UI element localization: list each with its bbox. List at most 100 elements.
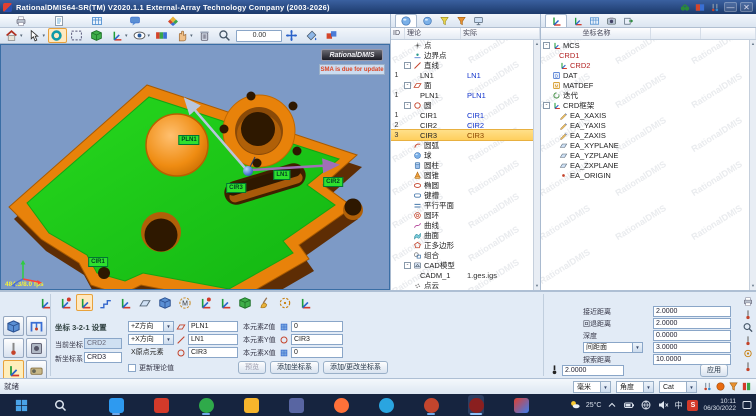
pan-tool-button[interactable]: ▾: [173, 28, 195, 43]
direction-combo[interactable]: X原点元素: [128, 347, 174, 358]
feature-tree-row[interactable]: - 直线: [391, 60, 540, 70]
update-nominal-checkbox[interactable]: [128, 364, 136, 372]
status-ball-icon[interactable]: [715, 381, 726, 392]
cs-321-icon[interactable]: [76, 294, 93, 311]
display-switch-icon[interactable]: [694, 2, 706, 13]
message-tab-icon[interactable]: [128, 15, 142, 27]
cs-circle-icon[interactable]: [276, 294, 293, 311]
status-probe-icon[interactable]: [702, 381, 713, 392]
battery-icon[interactable]: [623, 399, 635, 411]
coordinate-tree-row[interactable]: EA_XAXIS: [541, 110, 756, 120]
rotary-machine-button[interactable]: [26, 360, 47, 380]
coordinate-tree-row[interactable]: CRD2: [541, 60, 756, 70]
move-tool-button[interactable]: [283, 28, 302, 43]
feature-tree-row[interactable]: 椭圆: [391, 180, 540, 190]
coordinate-tree-row[interactable]: EA_ZAXIS: [541, 130, 756, 140]
feature-field[interactable]: PLN1: [188, 321, 238, 332]
feature-label[interactable]: CIR1: [88, 257, 108, 267]
home-view-button[interactable]: ▾: [3, 28, 25, 43]
target-tool-icon[interactable]: [742, 348, 754, 359]
feature-tree-row[interactable]: - CAD模型: [391, 260, 540, 270]
feature-label[interactable]: PLN1: [178, 135, 199, 145]
cmm-model-button[interactable]: [26, 316, 47, 336]
angle-combo[interactable]: 角度: [616, 381, 654, 393]
feature-tree-row[interactable]: 圆锥: [391, 170, 540, 180]
view-options-button[interactable]: ▾: [131, 28, 153, 43]
select-cursor-button[interactable]: ▾: [26, 28, 48, 43]
feature-tree-row[interactable]: CADM_1 1.ges.igs: [391, 270, 540, 280]
coordinate-tree-row[interactable]: - MCS: [541, 40, 756, 50]
coordinate-tree-row[interactable]: 迭代: [541, 90, 756, 100]
feature-tree-scrollbar[interactable]: [533, 40, 540, 290]
feature-tree-row[interactable]: 点云: [391, 280, 540, 290]
volume-muted-icon[interactable]: [657, 399, 669, 411]
coord-tab-icon[interactable]: [545, 14, 567, 27]
explorer-app[interactable]: [243, 395, 259, 415]
temperature[interactable]: 25°C: [586, 402, 602, 409]
telegram-app[interactable]: [378, 395, 394, 415]
feature-tree-row[interactable]: 3 CIR3 CIR3: [391, 130, 540, 140]
retract-field[interactable]: 2.0000: [653, 318, 731, 329]
start-button[interactable]: [14, 398, 29, 413]
coordinate-tree-scrollbar[interactable]: [749, 40, 756, 290]
feature-tree-row[interactable]: 球: [391, 150, 540, 160]
close-button[interactable]: ✕: [740, 2, 753, 12]
grid-tab-icon[interactable]: [90, 15, 104, 27]
feature-tree-row[interactable]: 圆弧: [391, 140, 540, 150]
paint-tool-button[interactable]: [303, 28, 322, 43]
notification-icon[interactable]: [741, 399, 753, 411]
feature-tree-row[interactable]: 点: [391, 40, 540, 50]
paint-app[interactable]: [513, 395, 529, 415]
probe-tool3-icon[interactable]: [742, 361, 754, 372]
search-tool-icon[interactable]: [742, 322, 754, 333]
probe-model-button[interactable]: [3, 316, 24, 336]
coord-camera-icon[interactable]: [605, 15, 618, 27]
cs-pair-icon[interactable]: [216, 294, 233, 311]
coordinate-mode-button[interactable]: [3, 360, 24, 380]
feature-label[interactable]: CIR2: [323, 177, 343, 187]
security-app[interactable]: [153, 395, 169, 415]
coordinate-system-button[interactable]: ▾: [108, 28, 130, 43]
network-icon[interactable]: [640, 399, 652, 411]
delete-button[interactable]: [196, 28, 215, 43]
feature-tab-icon[interactable]: [395, 14, 417, 27]
coordinate-tree-row[interactable]: CRD1: [541, 50, 756, 60]
feature-tree-row[interactable]: 边界点: [391, 50, 540, 60]
sma-update-warning[interactable]: SMA is due for update: [319, 64, 385, 75]
coordinate-tree-row[interactable]: - CRD框架: [541, 100, 756, 110]
feature-tree-row[interactable]: - 圆: [391, 100, 540, 110]
cad-import-button[interactable]: [88, 28, 107, 43]
unit-combo[interactable]: 毫米: [573, 381, 611, 393]
coord-table-icon[interactable]: [588, 15, 601, 27]
feature-tree-row[interactable]: 圆柱: [391, 160, 540, 170]
feature-label[interactable]: CIR3: [226, 183, 246, 193]
weather-app[interactable]: [108, 395, 124, 415]
device-icon[interactable]: [742, 296, 754, 307]
cs-clean-icon[interactable]: [256, 294, 273, 311]
clearance-field[interactable]: 3.0000: [653, 342, 731, 353]
appearance-tab-icon[interactable]: [166, 15, 180, 27]
clearance-combo[interactable]: 间距面: [583, 342, 643, 353]
status-flag-icon[interactable]: [741, 381, 752, 392]
coordinate-tree-row[interactable]: EA_YZPLANE: [541, 150, 756, 160]
cs-action-button[interactable]: 添加坐标系: [270, 361, 319, 374]
green-app[interactable]: [198, 395, 214, 415]
purple-app[interactable]: [288, 395, 304, 415]
feature-tree-row[interactable]: 1 PLN1 PLN1: [391, 90, 540, 100]
feature-tree-row[interactable]: 圆环: [391, 210, 540, 220]
depth-field[interactable]: 0.0000: [653, 330, 731, 341]
tray-chevron-icon[interactable]: [606, 399, 618, 411]
probe-tool2-icon[interactable]: [742, 335, 754, 346]
status-filter-icon[interactable]: [728, 381, 739, 392]
cs-table-icon[interactable]: [296, 294, 313, 311]
apply-button[interactable]: 应用: [700, 364, 728, 377]
feature-field[interactable]: LN1: [188, 334, 238, 345]
new-cs-field[interactable]: CRD3: [84, 352, 122, 363]
probe-change-icon[interactable]: [709, 2, 721, 13]
cs-axis-icon[interactable]: [116, 294, 133, 311]
feature-field[interactable]: CIR3: [188, 347, 238, 358]
feature-tree-row[interactable]: 组合: [391, 250, 540, 260]
media-app[interactable]: [423, 395, 439, 415]
feature-tree-row[interactable]: 平行平面: [391, 200, 540, 210]
part-3d-model[interactable]: [1, 45, 390, 290]
